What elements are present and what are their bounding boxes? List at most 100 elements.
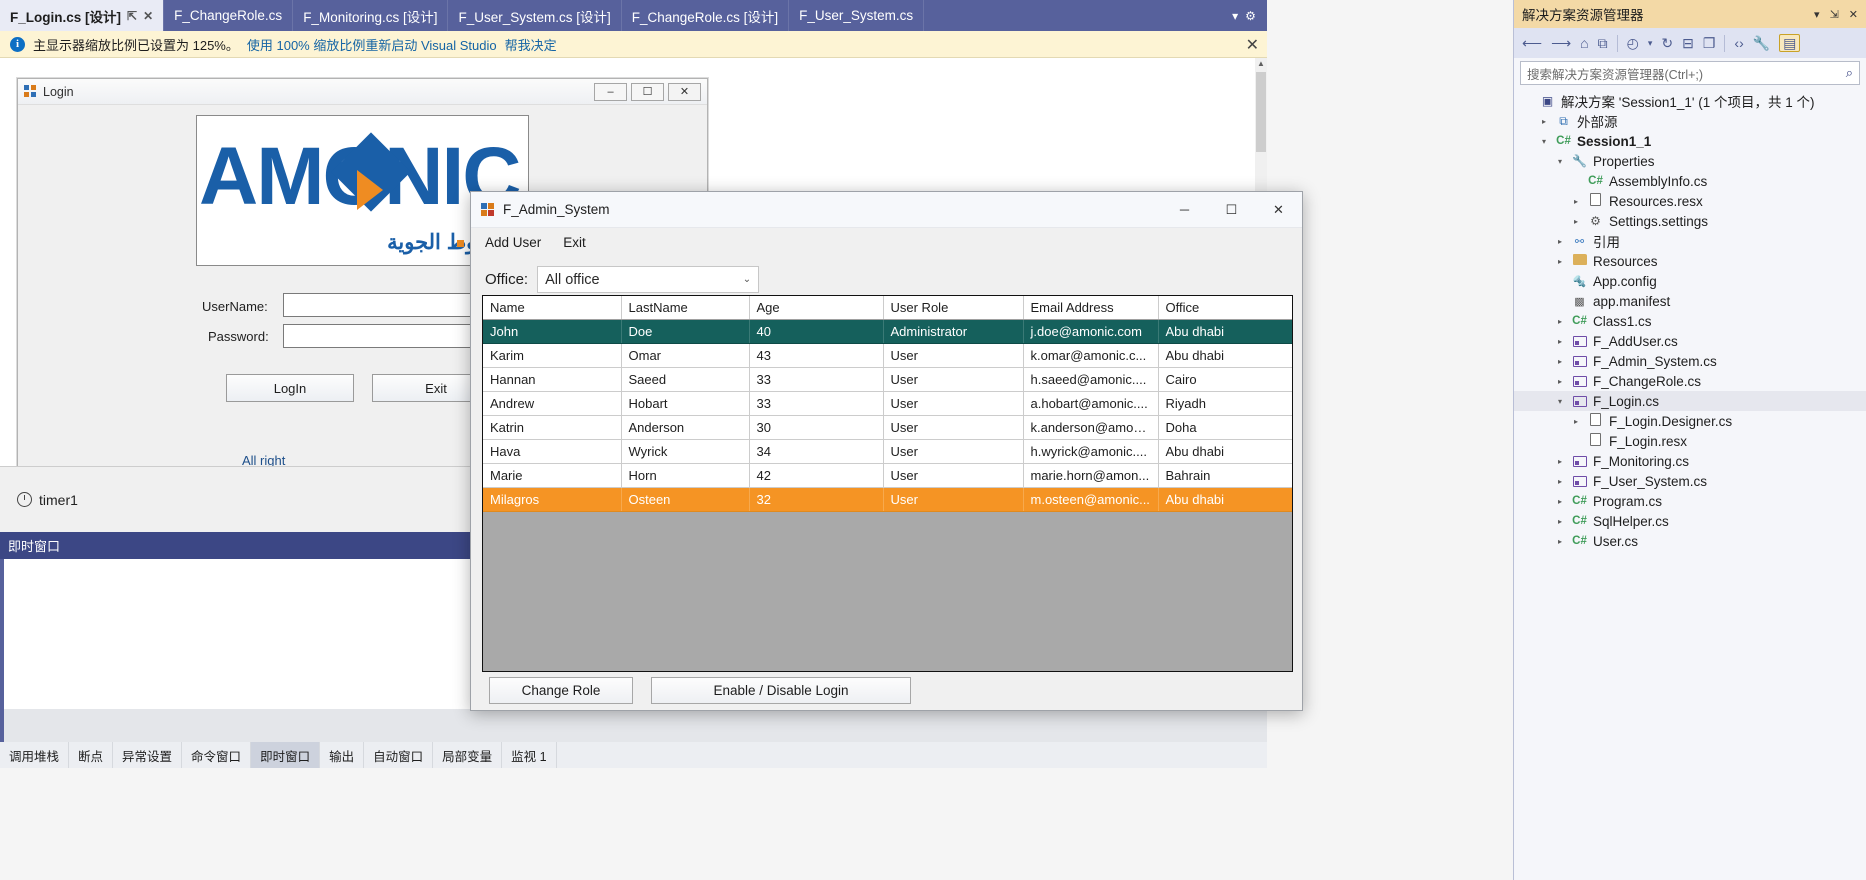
table-row[interactable]: Hannan Saeed 33 User h.saeed@amonic.... Cairo <box>483 367 1292 392</box>
tree-item-program-cs[interactable]: ▸ C# Program.cs <box>1514 491 1866 511</box>
office-select[interactable]: All office ⌄ <box>537 266 760 293</box>
login-button[interactable]: LogIn <box>226 374 354 402</box>
tree-expander-icon[interactable]: ▾ <box>1554 397 1566 406</box>
editor-tab-f-login-design[interactable]: F_Login.cs [设计] ⇱ ✕ <box>0 0 165 31</box>
home-icon[interactable]: ⌂ <box>1580 36 1588 50</box>
tree-item-class1-cs[interactable]: ▸ C# Class1.cs <box>1514 311 1866 331</box>
menu-exit[interactable]: Exit <box>563 235 586 250</box>
tree-item-f-login-cs[interactable]: ▾ F_Login.cs <box>1514 391 1866 411</box>
pending-changes-dropdown-icon[interactable]: ▾ <box>1648 38 1653 48</box>
users-grid[interactable]: Name LastName Age User Role Email Address Off… <box>482 295 1293 672</box>
table-row[interactable]: Karim Omar 43 User k.omar@amonic.c... Abu dha… <box>483 343 1292 368</box>
sync-with-active-document-icon[interactable]: ⧉ <box>1598 36 1608 50</box>
enable-disable-login-button[interactable]: Enable / Disable Login <box>651 676 911 704</box>
tab-command-window[interactable]: 命令窗口 <box>182 742 252 768</box>
scrollbar-thumb[interactable] <box>1256 72 1266 152</box>
tree-expander-icon[interactable]: ▾ <box>1554 157 1566 166</box>
infobar-restart-link[interactable]: 使用 100% 缩放比例重新启动 Visual Studio <box>247 35 497 54</box>
close-icon[interactable]: ✕ <box>1849 8 1858 21</box>
tree-item-resources[interactable]: ▸ Resources <box>1514 251 1866 271</box>
pending-changes-icon[interactable]: ◴ <box>1627 36 1639 50</box>
tree-item-resources-resx[interactable]: ▸ Resources.resx <box>1514 191 1866 211</box>
tree-item-user-cs[interactable]: ▸ C# User.cs <box>1514 531 1866 551</box>
solution-explorer-tree[interactable]: ▣ 解决方案 'Session1_1' (1 个项目，共 1 个) ▸ ⧉ 外部源 ▾ C#… <box>1514 91 1866 551</box>
close-icon[interactable]: ✕ <box>668 82 701 101</box>
tree-expander-icon[interactable]: ▸ <box>1554 257 1566 266</box>
table-row[interactable]: John Doe 40 Administrator j.doe@amonic.com Ab… <box>483 319 1292 344</box>
tab-locals[interactable]: 局部变量 <box>433 742 503 768</box>
forward-icon[interactable]: ⟶ <box>1551 36 1571 50</box>
tree-item-settings-settings[interactable]: ▸ ⚙ Settings.settings <box>1514 211 1866 231</box>
view-code-icon[interactable]: ‹› <box>1734 36 1743 50</box>
column-header-lastname[interactable]: LastName <box>621 296 750 320</box>
column-header-age[interactable]: Age <box>749 296 884 320</box>
table-row[interactable]: Katrin Anderson 30 User k.anderson@amon... Do… <box>483 415 1292 440</box>
tab-immediate-window[interactable]: 即时窗口 <box>251 742 321 768</box>
tree-item-assemblyinfo-cs[interactable]: C# AssemblyInfo.cs <box>1514 171 1866 191</box>
tree-item-f-login-resx[interactable]: F_Login.resx <box>1514 431 1866 451</box>
show-all-files-icon[interactable]: ❐ <box>1703 36 1716 50</box>
scroll-up-icon[interactable]: ▲ <box>1255 58 1267 70</box>
editor-tab-f-monitoring-design[interactable]: F_Monitoring.cs [设计] <box>293 0 449 31</box>
tree-expander-icon[interactable]: ▸ <box>1554 337 1566 346</box>
column-header-email-address[interactable]: Email Address <box>1023 296 1159 320</box>
solution-explorer-search[interactable]: 搜索解决方案资源管理器(Ctrl+;) ⌕ <box>1520 61 1860 85</box>
minimize-icon[interactable]: ─ <box>1161 192 1208 228</box>
tree-expander-icon[interactable]: ▸ <box>1554 517 1566 526</box>
chevron-down-icon[interactable]: ▾ <box>1814 8 1820 21</box>
tree-expander-icon[interactable]: ▸ <box>1554 457 1566 466</box>
tree-expander-icon[interactable]: ▸ <box>1538 117 1550 126</box>
table-row[interactable]: Andrew Hobart 33 User a.hobart@amonic.... Riy… <box>483 391 1292 416</box>
change-role-button[interactable]: Change Role <box>489 676 633 704</box>
magnifier-icon[interactable]: ⌕ <box>1846 65 1853 81</box>
tray-item-timer1[interactable]: timer1 <box>17 492 78 508</box>
editor-tab-f-changerole-design[interactable]: F_ChangeRole.cs [设计] <box>622 0 790 31</box>
editor-tab-f-changerole[interactable]: F_ChangeRole.cs <box>164 0 294 31</box>
tab-autos[interactable]: 自动窗口 <box>364 742 434 768</box>
table-row[interactable]: Hava Wyrick 34 User h.wyrick@amonic.... Abu d… <box>483 439 1292 464</box>
maximize-icon[interactable]: ☐ <box>631 82 664 101</box>
tree-item-f-login-designer-cs[interactable]: ▸ F_Login.Designer.cs <box>1514 411 1866 431</box>
tree-expander-icon[interactable]: ▸ <box>1570 197 1582 206</box>
tree-item-[interactable]: ▸ ⚯ 引用 <box>1514 231 1866 251</box>
tree-item-app-manifest[interactable]: ▩ app.manifest <box>1514 291 1866 311</box>
tree-expander-icon[interactable]: ▾ <box>1538 137 1550 146</box>
preview-selected-items-icon[interactable]: ▤ <box>1779 34 1801 52</box>
tree-expander-icon[interactable]: ▸ <box>1554 537 1566 546</box>
tab-exception-settings[interactable]: 异常设置 <box>113 742 183 768</box>
tree-item-session1-1[interactable]: ▾ C# Session1_1 <box>1514 131 1866 151</box>
column-header-user-role[interactable]: User Role <box>883 296 1024 320</box>
tree-item-properties[interactable]: ▾ 🔧 Properties <box>1514 151 1866 171</box>
tree-item-f-user-system-cs[interactable]: ▸ F_User_System.cs <box>1514 471 1866 491</box>
infobar-help-link[interactable]: 帮我决定 <box>505 35 557 54</box>
close-icon[interactable]: ✕ <box>1246 35 1259 55</box>
tab-call-stack[interactable]: 调用堆栈 <box>0 742 70 768</box>
tree-expander-icon[interactable]: ▸ <box>1554 317 1566 326</box>
editor-tab-f-user-system-design[interactable]: F_User_System.cs [设计] <box>448 0 622 31</box>
tab-output[interactable]: 输出 <box>320 742 365 768</box>
tree-item-f-adduser-cs[interactable]: ▸ F_AddUser.cs <box>1514 331 1866 351</box>
table-row[interactable]: Marie Horn 42 User marie.horn@amon... Bahrain <box>483 463 1292 488</box>
close-icon[interactable]: ✕ <box>143 9 153 23</box>
back-icon[interactable]: ⟵ <box>1522 36 1542 50</box>
admin-system-dialog[interactable]: F_Admin_System ─ ☐ ✕ Add User Exit Offic… <box>470 191 1303 711</box>
close-icon[interactable]: ✕ <box>1255 192 1302 228</box>
tree-item-[interactable]: ▸ ⧉ 外部源 <box>1514 111 1866 131</box>
column-header-name[interactable]: Name <box>483 296 622 320</box>
maximize-icon[interactable]: ☐ <box>1208 192 1255 228</box>
column-header-office[interactable]: Office <box>1158 296 1292 320</box>
tree-item-app-config[interactable]: 🔩 App.config <box>1514 271 1866 291</box>
tree-expander-icon[interactable]: ▸ <box>1554 497 1566 506</box>
tree-item-f-admin-system-cs[interactable]: ▸ F_Admin_System.cs <box>1514 351 1866 371</box>
chevron-down-icon[interactable]: ▾ <box>1232 9 1238 23</box>
tree-expander-icon[interactable]: ▸ <box>1554 237 1566 246</box>
gear-icon[interactable]: ⚙ <box>1245 9 1256 23</box>
properties-icon[interactable]: 🔧 <box>1753 36 1770 50</box>
tree-item-session1-1-1-1[interactable]: ▣ 解决方案 'Session1_1' (1 个项目，共 1 个) <box>1514 91 1866 111</box>
pin-icon[interactable]: ⇲ <box>1830 8 1839 21</box>
tree-expander-icon[interactable]: ▸ <box>1554 377 1566 386</box>
refresh-icon[interactable]: ↻ <box>1661 36 1673 50</box>
tree-item-sqlhelper-cs[interactable]: ▸ C# SqlHelper.cs <box>1514 511 1866 531</box>
tree-expander-icon[interactable]: ▸ <box>1570 417 1582 426</box>
tab-watch-1[interactable]: 监视 1 <box>502 742 557 768</box>
